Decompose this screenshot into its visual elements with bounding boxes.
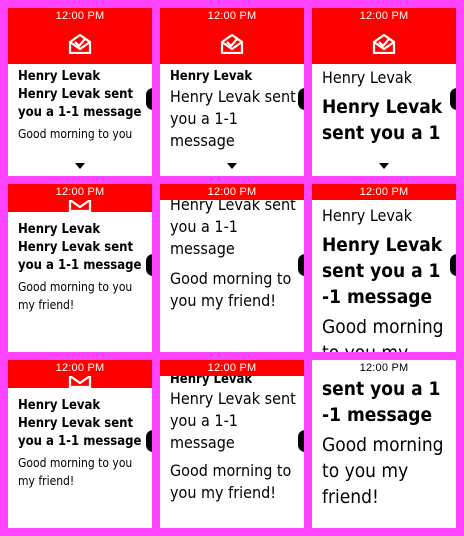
notification-banner [160, 24, 304, 64]
side-action-indicator[interactable] [450, 254, 456, 276]
notification-content: Henry Levak Henry Levak sent you a 1-1 m… [18, 221, 148, 352]
notification-content: Henry Levak Henry Levak sent you a 1-1 m… [170, 374, 300, 528]
notification-screen-large-scrolled: 12:00 PM Henry Levak Henry Levak sent yo… [312, 184, 456, 352]
status-bar: 12:00 PM [8, 8, 152, 24]
status-bar: 12:00 PM [312, 184, 456, 200]
side-action-indicator[interactable] [298, 430, 304, 452]
status-time: 12:00 PM [55, 362, 105, 374]
notification-subtitle: Henry Levak sent you a 1-1 message [18, 240, 142, 273]
chevron-down-icon[interactable] [379, 163, 389, 169]
side-action-indicator[interactable] [450, 88, 456, 110]
open-envelope-icon [68, 34, 92, 54]
notification-content: Henry Levak Henry Levak sent you a 1-1 m… [18, 68, 148, 158]
notification-screen-large-end: sent you a 1 -1 message Good morning to … [312, 360, 456, 528]
notification-title: Henry Levak [322, 68, 413, 87]
notification-title: Henry Levak [18, 398, 101, 413]
notification-subtitle: Henry Levak sent you a 1-1 message [170, 87, 296, 150]
notification-subtitle: Henry Levak sent you a 1-1 message [18, 87, 142, 120]
status-time: 12:00 PM [359, 186, 409, 198]
chevron-down-icon[interactable] [75, 163, 85, 169]
notification-banner [8, 24, 152, 64]
notification-title: Henry Levak [18, 222, 101, 237]
notification-body: Good morning to you my friend! [322, 434, 444, 508]
notification-banner [8, 200, 152, 212]
notification-body: Good morning to you [18, 127, 133, 141]
status-bar: 12:00 PM [160, 360, 304, 376]
notification-content: sent you a 1 -1 message Good morning to … [322, 376, 452, 528]
notification-subtitle: Henry Levak sent you a 1-1 message [170, 389, 296, 452]
side-action-indicator[interactable] [298, 254, 304, 276]
notification-body: Good morning to you my friend! [18, 456, 133, 488]
status-time: 12:00 PM [357, 362, 411, 374]
notification-content: Henry Levak Henry Levak sent you a 1-1 m… [170, 68, 300, 158]
status-time: 12:00 PM [55, 10, 105, 22]
status-time: 12:00 PM [207, 362, 257, 374]
notification-screen-small: 12:00 PM Henry Levak Henry Levak sent yo… [8, 8, 152, 176]
notification-title: Henry Levak [170, 69, 253, 84]
open-envelope-icon [68, 200, 92, 212]
notification-body: Good morning to you my friend! [170, 461, 292, 502]
notification-screen-small-scrolled: 12:00 PM Henry Levak Henry Levak sent yo… [8, 184, 152, 352]
status-bar: 12:00 PM [8, 360, 152, 376]
notification-title: Henry Levak [322, 206, 413, 225]
notification-content: Henry Levak Henry Levak sent you a 1-1 m… [18, 397, 148, 528]
notification-body: Good morning to you my friend! [322, 316, 444, 352]
notification-banner [312, 24, 456, 64]
status-time: 12:00 PM [55, 186, 105, 198]
notification-content: Henry Levak sent you a 1-1 message Good … [170, 198, 300, 352]
notification-content: Henry Levak Henry Levak sent you a 1 [322, 68, 452, 158]
side-action-indicator[interactable] [146, 430, 152, 452]
notification-screen-medium-end: 12:00 PM Henry Levak Henry Levak sent yo… [160, 360, 304, 528]
notification-body: Good morning to you my friend! [170, 269, 292, 310]
status-time: 12:00 PM [207, 186, 257, 198]
side-action-indicator[interactable] [146, 88, 152, 110]
notification-title: Henry Levak [18, 69, 101, 84]
notification-title: Henry Levak [170, 374, 253, 387]
side-action-indicator[interactable] [146, 254, 152, 276]
notification-subtitle: Henry Levak sent you a 1 [322, 234, 443, 282]
status-time: 12:00 PM [207, 10, 257, 22]
status-bar: 12:00 PM [312, 8, 456, 24]
side-action-indicator[interactable] [298, 88, 304, 110]
notification-subtitle: Henry Levak sent you a 1-1 message [18, 416, 142, 449]
open-envelope-icon [372, 34, 396, 54]
notification-subtitle: Henry Levak sent you a 1-1 message [170, 198, 296, 258]
status-bar: 12:00 PM [160, 8, 304, 24]
notification-screen-small-end: 12:00 PM Henry Levak Henry Levak sent yo… [8, 360, 152, 528]
status-bar: 12:00 PM [8, 184, 152, 200]
status-time: 12:00 PM [359, 10, 409, 22]
notification-subtitle: Henry Levak sent you a 1 [322, 96, 443, 144]
notification-subtitle-tail: -1 message [322, 404, 433, 426]
open-envelope-icon [68, 376, 92, 388]
notification-screen-medium: 12:00 PM Henry Levak Henry Levak sent yo… [160, 8, 304, 176]
notification-subtitle-partial: sent you a 1 [322, 378, 441, 400]
notification-screen-medium-scrolled: 12:00 PM Henry Levak sent you a 1-1 mess… [160, 184, 304, 352]
notification-content: Henry Levak Henry Levak sent you a 1 -1 … [322, 206, 452, 352]
open-envelope-icon [220, 34, 244, 54]
notification-body: Good morning to you my friend! [18, 280, 133, 312]
chevron-down-icon[interactable] [227, 163, 237, 169]
notification-banner [8, 376, 152, 388]
status-bar: 12:00 PM [160, 184, 304, 200]
notification-subtitle-tail: -1 message [322, 286, 433, 308]
status-overlay: 12:00 PM [312, 360, 456, 376]
notification-screen-large: 12:00 PM Henry Levak Henry Levak sent yo… [312, 8, 456, 176]
